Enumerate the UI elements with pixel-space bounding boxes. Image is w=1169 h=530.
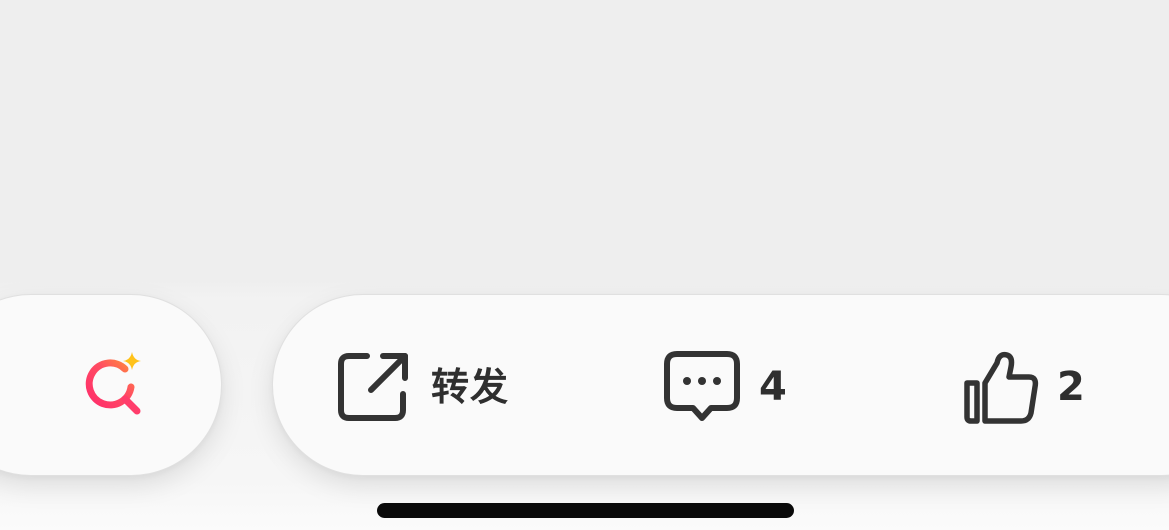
- like-button[interactable]: 2: [963, 347, 1085, 427]
- thumbs-up-icon: [964, 351, 1039, 424]
- action-bar: 转发 4 2: [272, 294, 1169, 476]
- search-pill: [0, 294, 222, 476]
- ai-search-button[interactable]: [73, 347, 153, 427]
- share-button[interactable]: 转发: [337, 347, 509, 427]
- home-indicator[interactable]: [377, 503, 794, 518]
- comment-icon: [664, 351, 740, 421]
- comment-count: 4: [759, 364, 787, 410]
- screen: 转发 4 2: [0, 0, 1169, 530]
- comment-button[interactable]: 4: [663, 347, 787, 427]
- share-icon: [338, 353, 408, 421]
- ai-search-icon: [85, 352, 141, 415]
- like-count: 2: [1057, 364, 1085, 410]
- share-label: 转发: [431, 365, 510, 409]
